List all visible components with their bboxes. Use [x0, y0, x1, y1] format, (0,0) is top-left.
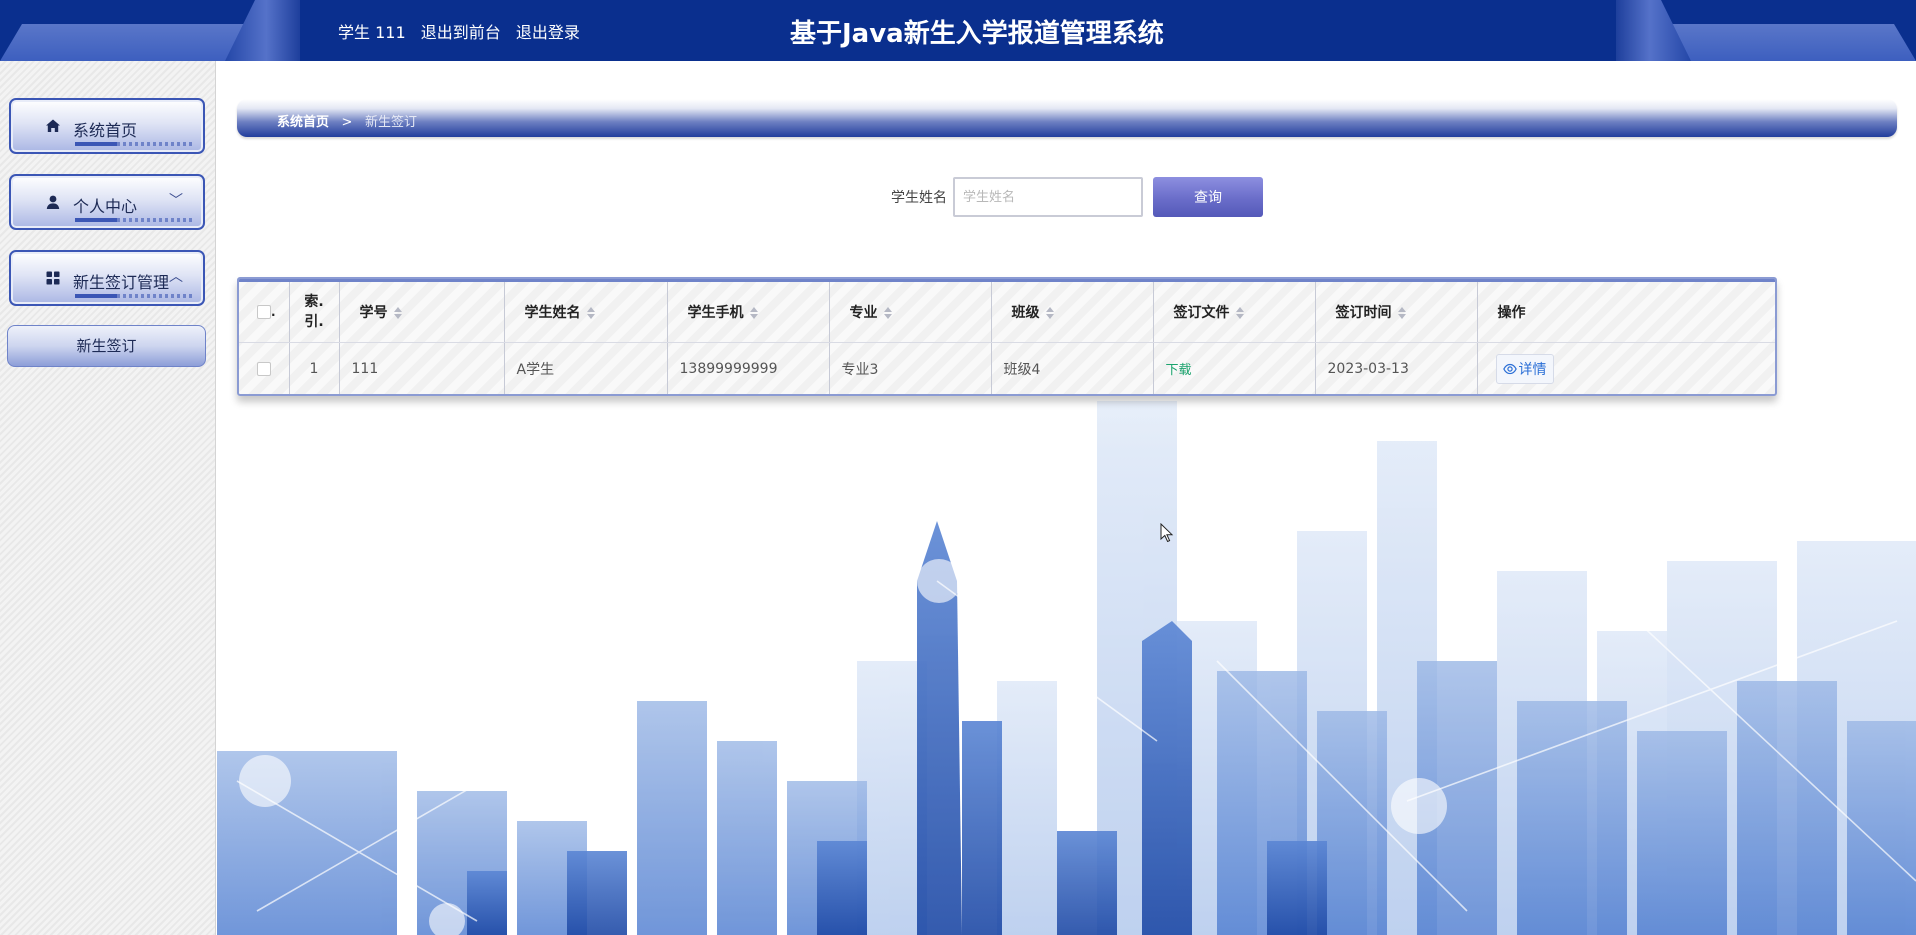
system-title: 基于Java新生入学报道管理系统 — [790, 19, 1164, 49]
sort-icon[interactable] — [586, 306, 595, 319]
cell-class: 班级4 — [991, 342, 1154, 394]
mouse-pointer-icon — [1160, 523, 1174, 543]
column-header-label: 签订文件 — [1173, 304, 1230, 321]
eye-icon — [1502, 363, 1517, 374]
chevron-up-icon: ︿ — [169, 269, 183, 285]
sort-icon[interactable] — [1397, 306, 1406, 319]
cell-time: 2023-03-13 — [1315, 342, 1478, 394]
student-name-search-input[interactable] — [953, 177, 1143, 217]
sidebar-item-personal-center[interactable]: 个人中心 ﹀ — [9, 174, 205, 230]
chevron-down-icon: ﹀ — [169, 193, 183, 209]
breadcrumb: 系统首页 > 新生签订 — [277, 111, 417, 130]
sidebar: 系统首页 个人中心 ﹀ 新生签订管理 ︿ 新生签订 — [0, 61, 216, 935]
exit-to-front-link[interactable]: 退出到前台 — [421, 23, 501, 42]
table-row: 1 111 A学生 13899999999 专业3 班级4 下载 2023-03… — [239, 342, 1775, 394]
row-checkbox[interactable] — [257, 361, 271, 376]
cell-phone: 13899999999 — [667, 342, 830, 394]
column-header-name[interactable]: 学生姓名 — [504, 282, 668, 343]
column-header-phone[interactable]: 学生手机 — [667, 282, 830, 343]
cell-file: 下载 — [1153, 342, 1316, 394]
sidebar-subitem-new-student-signing[interactable]: 新生签订 — [7, 325, 206, 367]
index-header-line-1: 索. — [304, 293, 324, 310]
header-user-links: 学生 111 退出到前台 退出登录 — [338, 19, 590, 43]
breadcrumb-bar: 系统首页 > 新生签订 — [237, 99, 1897, 137]
column-header-class[interactable]: 班级 — [991, 282, 1154, 343]
column-header-label: 操作 — [1497, 304, 1526, 321]
sort-icon[interactable] — [883, 306, 892, 319]
search-label: 学生姓名 — [891, 190, 947, 206]
cell-operation: 详情 — [1477, 342, 1775, 394]
column-header-operation: 操作 — [1477, 282, 1775, 343]
sidebar-subitem-label: 新生签订 — [76, 337, 137, 355]
top-header: 学生 111 退出到前台 退出登录 基于Java新生入学报道管理系统 — [0, 0, 1916, 61]
select-all-header: . — [239, 282, 290, 343]
sidebar-item-home[interactable]: 系统首页 — [9, 98, 205, 154]
column-header-label: 签订时间 — [1335, 304, 1392, 321]
sidebar-item-label: 系统首页 — [73, 121, 138, 140]
column-header-time[interactable]: 签订时间 — [1315, 282, 1478, 343]
menu-decoration-stripes — [75, 218, 195, 222]
data-table: . 索. 引. 学号 学生姓名 学生手机 专业 班级 签订文件 签订时间 操作 — [239, 282, 1775, 394]
main-content: 系统首页 > 新生签订 学生姓名 查询 . 索. 引. 学号 学生姓名 — [217, 61, 1916, 935]
row-check-cell — [239, 342, 290, 394]
cell-major: 专业3 — [829, 342, 992, 394]
menu-decoration-stripes — [75, 294, 195, 298]
signing-table: . 索. 引. 学号 学生姓名 学生手机 专业 班级 签订文件 签订时间 操作 — [237, 277, 1777, 396]
menu-decoration-stripes — [75, 142, 195, 146]
user-icon — [46, 195, 60, 209]
sort-icon[interactable] — [393, 306, 402, 319]
sidebar-item-signing-management[interactable]: 新生签订管理 ︿ — [9, 250, 205, 306]
column-header-student-no[interactable]: 学号 — [339, 282, 505, 343]
logout-link[interactable]: 退出登录 — [516, 23, 580, 42]
breadcrumb-current: 新生签订 — [364, 115, 417, 130]
detail-button-label: 详情 — [1518, 361, 1547, 378]
detail-button[interactable]: 详情 — [1495, 353, 1554, 384]
sidebar-item-label: 个人中心 — [73, 197, 138, 216]
column-header-label: 专业 — [849, 304, 878, 321]
sort-icon[interactable] — [1045, 306, 1054, 319]
cell-student-no: 111 — [339, 342, 505, 394]
current-user-label: 学生 111 — [338, 23, 406, 42]
home-icon — [46, 119, 60, 132]
column-header-major[interactable]: 专业 — [829, 282, 992, 343]
column-header-label: 学生手机 — [687, 304, 744, 321]
breadcrumb-home-link[interactable]: 系统首页 — [277, 115, 329, 130]
sort-icon[interactable] — [749, 306, 758, 319]
grid-icon — [46, 271, 60, 285]
cell-name: A学生 — [504, 342, 668, 394]
breadcrumb-separator: > — [341, 115, 353, 130]
sidebar-item-label: 新生签订管理 — [73, 273, 170, 292]
column-header-label: 班级 — [1011, 304, 1040, 321]
download-link[interactable]: 下载 — [1166, 363, 1192, 378]
index-header-line-2: 引. — [304, 313, 324, 330]
search-button[interactable]: 查询 — [1153, 177, 1263, 217]
column-header-index: 索. 引. — [289, 282, 340, 343]
sort-icon[interactable] — [1235, 306, 1244, 319]
column-header-label: 学生姓名 — [524, 304, 581, 321]
column-header-label: 学号 — [359, 304, 388, 321]
row-index: 1 — [289, 342, 340, 394]
column-header-file[interactable]: 签订文件 — [1153, 282, 1316, 343]
select-all-checkbox[interactable] — [257, 304, 271, 319]
table-header-row: . 索. 引. 学号 学生姓名 学生手机 专业 班级 签订文件 签订时间 操作 — [239, 282, 1775, 343]
